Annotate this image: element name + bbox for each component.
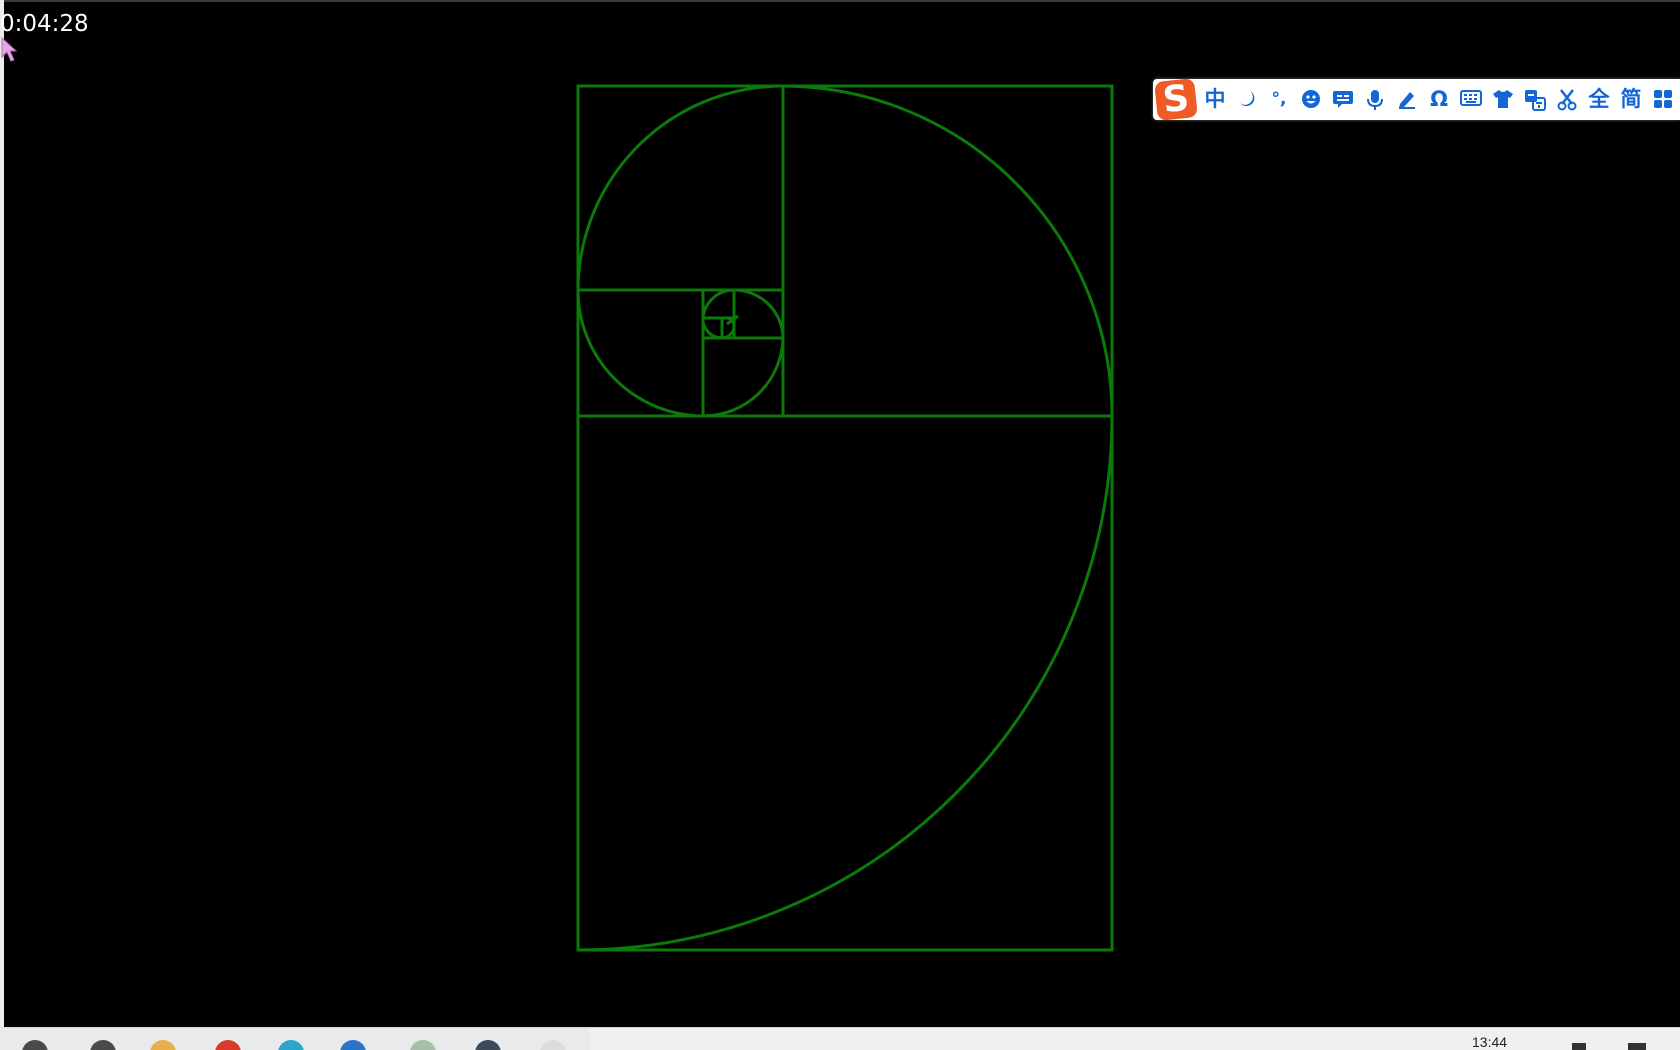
tray-icon-2[interactable] xyxy=(1628,1043,1646,1050)
translate-icon[interactable] xyxy=(1521,85,1549,113)
spiral-arc-1 xyxy=(577,415,1114,952)
scissors-icon[interactable] xyxy=(1553,85,1581,113)
mouse-cursor-icon xyxy=(1,37,17,62)
spiral-arc-5 xyxy=(702,337,785,418)
simplified-icon[interactable]: 简 xyxy=(1617,85,1645,113)
ime-toolbar: S 中 °, Ω 全 简 xyxy=(1153,78,1680,121)
spiral-arc-9 xyxy=(721,325,736,340)
voice-input-box-icon[interactable] xyxy=(1329,85,1357,113)
skin-shirt-icon[interactable] xyxy=(1489,85,1517,113)
moon-punctuation-icon[interactable] xyxy=(1233,85,1261,113)
elapsed-timer: 0:04:28 xyxy=(0,11,89,37)
microphone-icon[interactable] xyxy=(1361,85,1389,113)
simplified-label: 简 xyxy=(1620,87,1642,111)
outer-rectangle xyxy=(576,84,1114,952)
symbol-omega-label: Ω xyxy=(1430,87,1448,111)
keyboard-icon[interactable] xyxy=(1457,85,1485,113)
chinese-mode-label: 中 xyxy=(1204,87,1226,111)
spiral-arc-3 xyxy=(576,84,784,291)
spiral-arc-2 xyxy=(782,84,1114,417)
spiral-arc-8 xyxy=(701,317,723,340)
tray-icon-1[interactable] xyxy=(1572,1043,1586,1050)
fullwidth-label: 全 xyxy=(1588,87,1610,111)
spiral-arc-4 xyxy=(576,289,704,418)
punctuation-label: °, xyxy=(1271,89,1287,109)
handwriting-pen-icon[interactable] xyxy=(1393,85,1421,113)
fullwidth-icon[interactable]: 全 xyxy=(1585,85,1613,113)
punctuation-icon[interactable]: °, xyxy=(1265,85,1293,113)
spiral-arc-6 xyxy=(733,288,785,339)
taskbar-clock[interactable]: 13:44 xyxy=(1472,1034,1507,1050)
desktop-screen: 0:04:28 S 中 °, Ω 全 简 13:44 xyxy=(0,0,1680,1050)
golden-spiral-drawing xyxy=(576,84,1114,952)
spiral-arc-7 xyxy=(701,288,735,319)
sogou-logo-icon[interactable]: S xyxy=(1154,78,1198,121)
symbol-omega-icon[interactable]: Ω xyxy=(1425,85,1453,113)
emoji-icon[interactable] xyxy=(1297,85,1325,113)
chinese-mode-icon[interactable]: 中 xyxy=(1201,85,1229,113)
grid-menu-icon[interactable] xyxy=(1649,85,1677,113)
